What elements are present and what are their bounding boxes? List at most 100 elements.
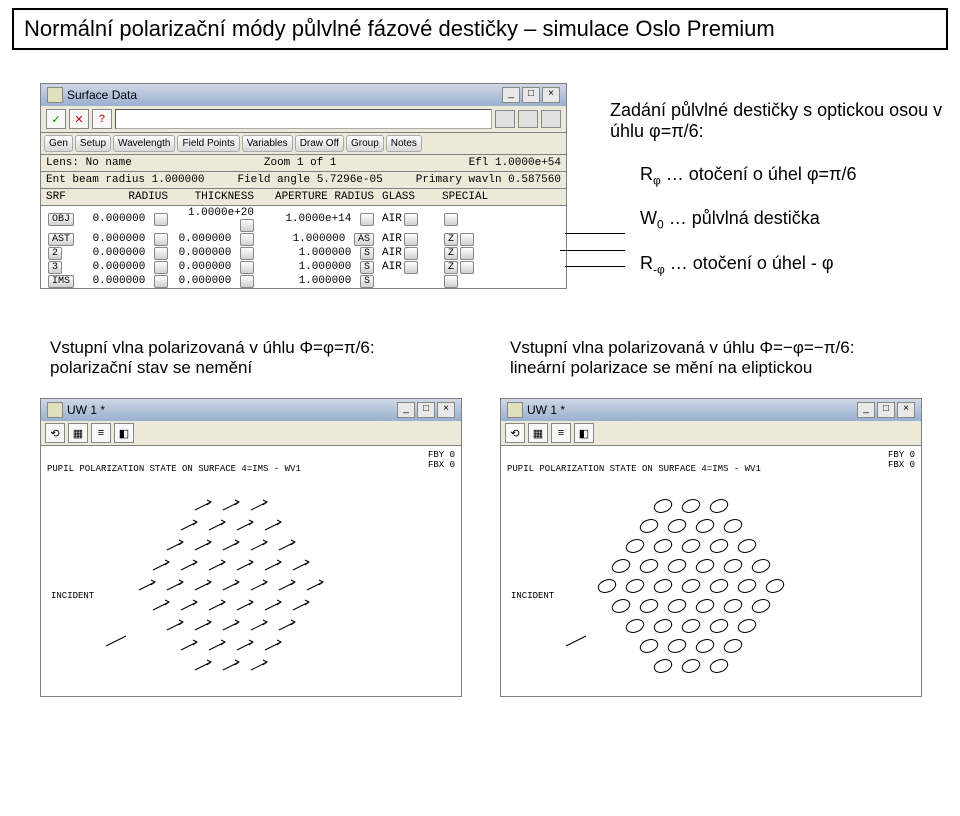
menu-notes[interactable]: Notes [386,135,422,152]
table-row: OBJ0.000000 1.0000e+20 1.0000e+14 AIR [41,206,566,232]
hdr-thickness: THICKNESS [168,191,254,203]
table-row: AST0.000000 0.000000 1.000000 ASAIR Z [41,232,566,246]
annot-intro: Zadání půlvlné destičky s optickou osou … [610,100,950,142]
pw-label: Primary wavln [416,174,502,186]
annot-w0: W0 … půlvlná destička [640,208,820,232]
tool-icon-3[interactable] [541,110,561,128]
beam-label: Ent beam radius [46,174,145,186]
maximize-button[interactable]: □ [877,402,895,418]
table-row: IMS0.000000 0.000000 1.000000 S [41,274,566,288]
fa-value: 5.7296e-05 [317,174,383,186]
menu-group[interactable]: Group [346,135,384,152]
fbx-right: FBX 0 [888,460,915,470]
app-icon [47,87,63,103]
uw-canvas-right: FBY 0 FBX 0 PUPIL POLARIZATION STATE ON … [501,446,921,696]
surface-data-window: Surface Data _ □ × ✓ ✕ ? Gen Setup Wavel… [40,83,567,289]
window-title: Surface Data [67,88,137,102]
uw-tool-1[interactable]: ⟲ [505,423,525,443]
menu-gen[interactable]: Gen [44,135,73,152]
fby-left: FBY 0 [428,450,455,460]
hdr-srf: SRF [46,191,82,203]
uw-panel-right: UW 1 * _ □ × ⟲ ▦ ≡ ◧ FBY 0 FBX 0 PUPIL P… [500,398,922,697]
uw-tool-1[interactable]: ⟲ [45,423,65,443]
incident-right: INCIDENT [511,591,554,601]
incident-left: INCIDENT [51,591,94,601]
title-box: Normální polarizační módy půlvlné fázové… [12,8,948,50]
help-icon[interactable]: ? [92,109,112,129]
check-icon[interactable]: ✓ [46,109,66,129]
page-title: Normální polarizační módy půlvlné fázové… [24,16,775,41]
efl-label: Efl [469,157,489,169]
maximize-button[interactable]: □ [522,87,540,103]
hdr-aperture: APERTURE RADIUS [254,191,374,203]
annot-line-1 [565,233,625,234]
fa-label: Field angle [237,174,310,186]
app-icon [507,402,523,418]
menu-setup[interactable]: Setup [75,135,111,152]
lens-label: Lens: [46,157,79,169]
toolbar: ✓ ✕ ? [41,106,566,133]
annot-line-3 [565,266,625,267]
efl-value: 1.0000e+54 [495,157,561,169]
lens-row: Lens: No name Zoom 1 of 1 Efl 1.0000e+54 [41,155,566,172]
of-value: 1 [330,157,337,169]
minimize-button[interactable]: _ [397,402,415,418]
uw-toolbar: ⟲ ▦ ≡ ◧ [501,421,921,446]
table-row: 30.000000 0.000000 1.000000 SAIR Z [41,260,566,274]
maximize-button[interactable]: □ [417,402,435,418]
hdr-special: SPECIAL [442,191,522,203]
beam-row: Ent beam radius 1.000000 Field angle 5.7… [41,172,566,189]
menu-variables[interactable]: Variables [242,135,293,152]
zoom-label: Zoom [264,157,290,169]
annot-r1: Rφ … otočení o úhel φ=π/6 [640,164,857,188]
window-titlebar: Surface Data _ □ × [41,84,566,106]
app-icon [47,402,63,418]
label-right: Vstupní vlna polarizovaná v úhlu Φ=−φ=−π… [510,338,910,378]
tool-icon-2[interactable] [518,110,538,128]
hex-elliptic [561,486,821,691]
beam-value: 1.000000 [152,174,205,186]
menu-drawoff[interactable]: Draw Off [295,135,344,152]
uw-titlebar-left: UW 1 * _ □ × [41,399,461,421]
uw-panel-left: UW 1 * _ □ × ⟲ ▦ ≡ ◧ FBY 0 FBX 0 PUPIL P… [40,398,462,697]
uw-toolbar: ⟲ ▦ ≡ ◧ [41,421,461,446]
meta-left: PUPIL POLARIZATION STATE ON SURFACE 4=IM… [47,464,301,474]
fby-right: FBY 0 [888,450,915,460]
zoom-value: 1 [297,157,304,169]
cancel-icon[interactable]: ✕ [69,109,89,129]
minimize-button[interactable]: _ [502,87,520,103]
meta-right: PUPIL POLARIZATION STATE ON SURFACE 4=IM… [507,464,761,474]
uw-title: UW 1 * [67,403,105,417]
fbx-left: FBX 0 [428,460,455,470]
uw-canvas-left: FBY 0 FBX 0 PUPIL POLARIZATION STATE ON … [41,446,461,696]
hdr-radius: RADIUS [82,191,168,203]
menu-wavelength[interactable]: Wavelength [113,135,175,152]
menu-row: Gen Setup Wavelength Field Points Variab… [41,133,566,155]
surface-table: SRF RADIUS THICKNESS APERTURE RADIUS GLA… [41,189,566,288]
uw-tool-3[interactable]: ≡ [551,423,571,443]
minimize-button[interactable]: _ [857,402,875,418]
hdr-glass: GLASS [374,191,442,203]
close-button[interactable]: × [437,402,455,418]
uw-title: UW 1 * [527,403,565,417]
uw-tool-2[interactable]: ▦ [68,423,88,443]
pw-value: 0.587560 [508,174,561,186]
table-row: 20.000000 0.000000 1.000000 SAIR Z [41,246,566,260]
annot-line-2 [560,250,625,251]
command-input[interactable] [115,109,492,129]
close-button[interactable]: × [542,87,560,103]
close-button[interactable]: × [897,402,915,418]
uw-tool-4[interactable]: ◧ [114,423,134,443]
hex-linear [101,486,361,691]
label-left: Vstupní vlna polarizovaná v úhlu Φ=φ=π/6… [50,338,450,378]
uw-tool-3[interactable]: ≡ [91,423,111,443]
table-header: SRF RADIUS THICKNESS APERTURE RADIUS GLA… [41,189,566,206]
menu-fieldpoints[interactable]: Field Points [177,135,239,152]
uw-tool-4[interactable]: ◧ [574,423,594,443]
uw-titlebar-right: UW 1 * _ □ × [501,399,921,421]
tool-icon-1[interactable] [495,110,515,128]
uw-tool-2[interactable]: ▦ [528,423,548,443]
of-label: of [310,157,323,169]
annot-rneg: R-φ … otočení o úhel - φ [640,253,834,277]
lens-value: No name [86,157,132,169]
